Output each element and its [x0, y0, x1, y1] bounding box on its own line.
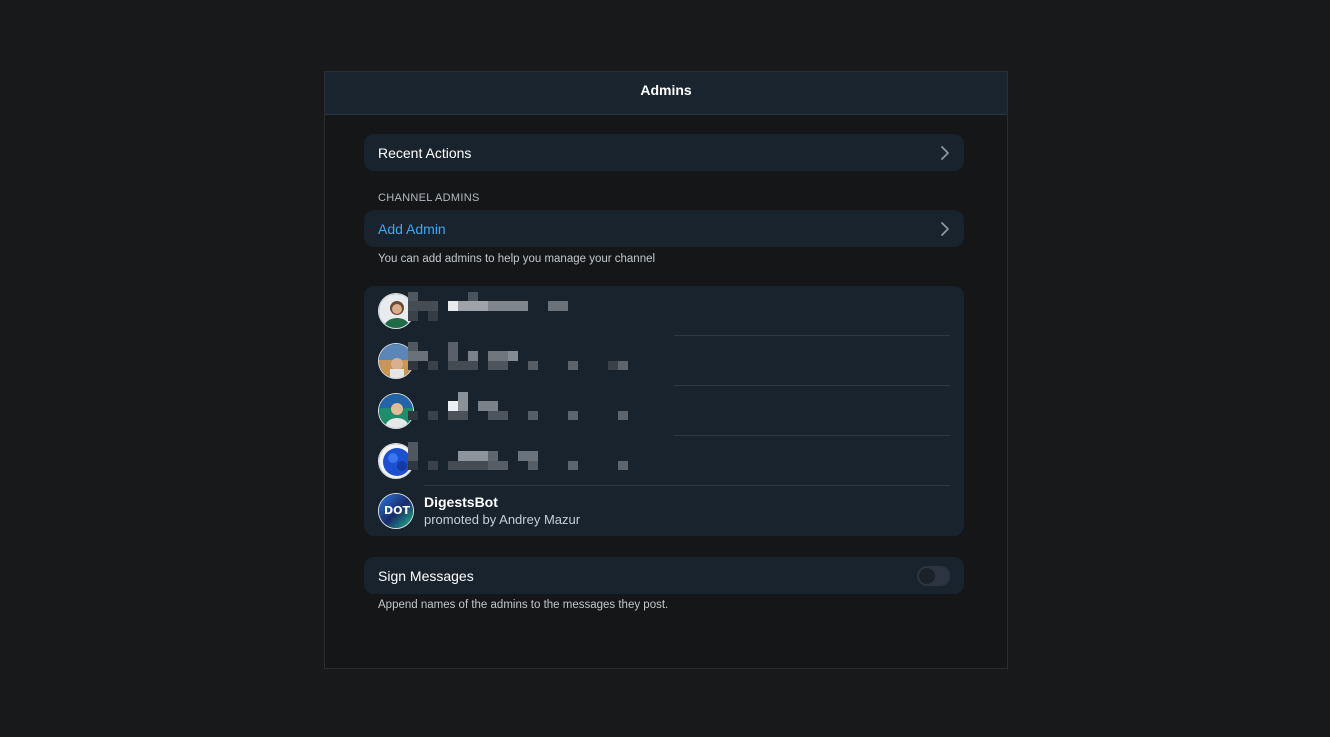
sign-messages-toggle[interactable]: [917, 565, 950, 586]
sign-messages-row: Sign Messages: [364, 557, 964, 594]
admin-info: DigestsBot promoted by Andrey Mazur: [424, 494, 580, 528]
list-item[interactable]: [364, 436, 964, 486]
redacted-name-pixelation: [408, 342, 628, 370]
add-admin-card: Add Admin: [364, 210, 964, 247]
list-item[interactable]: [364, 386, 964, 436]
admins-list: DOT DigestsBot promoted by Andrey Mazur: [364, 286, 964, 536]
list-item[interactable]: DOT DigestsBot promoted by Andrey Mazur: [364, 486, 964, 536]
admins-window: Admins Recent Actions CHANNEL ADMINS Add…: [324, 71, 1008, 669]
chevron-right-icon: [941, 145, 949, 160]
redacted-name-pixelation: [408, 392, 628, 420]
recent-actions-label: Recent Actions: [378, 144, 472, 161]
admin-name: DigestsBot: [424, 494, 498, 510]
redacted-name-pixelation: [408, 442, 628, 470]
add-admin-footnote: You can add admins to help you manage yo…: [378, 253, 656, 265]
avatar: DOT: [378, 493, 414, 529]
page-title: Admins: [640, 82, 692, 98]
recent-actions-card: Recent Actions: [364, 134, 964, 171]
channel-admins-header: CHANNEL ADMINS: [378, 192, 480, 204]
admin-subtitle: promoted by Andrey Mazur: [424, 512, 581, 527]
add-admin-button[interactable]: Add Admin: [364, 210, 964, 247]
header-bar: Admins: [325, 72, 1007, 115]
chevron-right-icon: [941, 221, 949, 236]
list-item[interactable]: [364, 286, 964, 336]
add-admin-label: Add Admin: [378, 220, 446, 237]
sign-messages-label: Sign Messages: [378, 567, 474, 584]
redacted-name-pixelation: [408, 292, 568, 321]
sign-messages-card: Sign Messages: [364, 557, 964, 594]
toggle-knob: [919, 567, 935, 584]
list-item[interactable]: [364, 336, 964, 386]
svg-text:DOT: DOT: [384, 504, 410, 517]
sign-messages-footnote: Append names of the admins to the messag…: [378, 599, 669, 611]
recent-actions-row[interactable]: Recent Actions: [364, 134, 964, 171]
